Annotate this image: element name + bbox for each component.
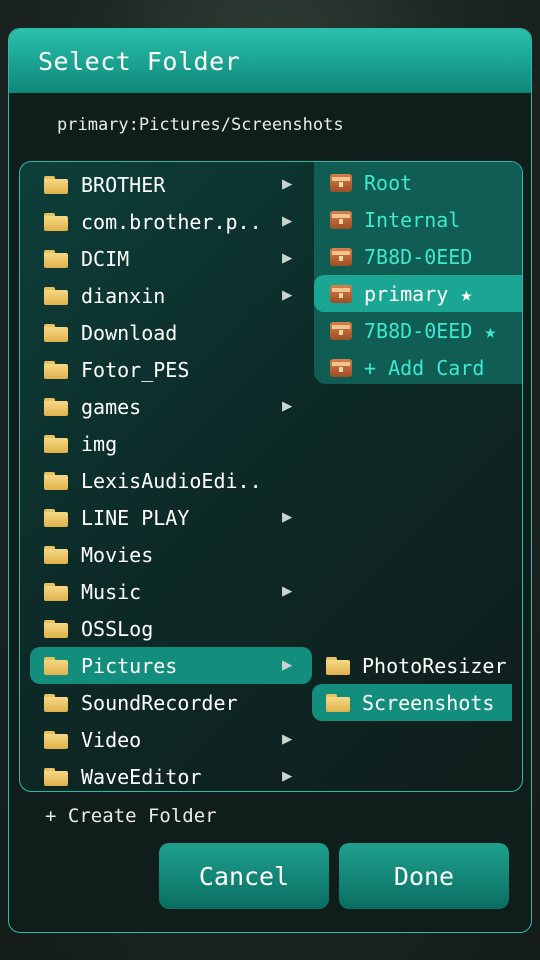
storage-row[interactable]: + Add Card — [314, 349, 522, 386]
folder-icon — [44, 657, 68, 675]
expand-arrow-icon[interactable]: ▶ — [282, 211, 292, 231]
folder-label: Movies — [81, 543, 154, 567]
storage-row[interactable]: 7B8D-0EED ★ — [314, 312, 522, 349]
folder-icon — [44, 768, 68, 786]
storage-card-icon — [330, 359, 352, 377]
storage-card-icon — [330, 174, 352, 192]
folder-row[interactable]: LINE PLAY ▶ — [30, 499, 312, 536]
subfolder-label: PhotoResizer — [362, 654, 507, 678]
cancel-button[interactable]: Cancel — [159, 843, 329, 909]
folder-row[interactable]: img — [30, 425, 312, 462]
folder-icon — [326, 657, 350, 675]
folder-label: LINE PLAY — [81, 506, 190, 530]
expand-arrow-icon[interactable]: ▶ — [282, 285, 292, 305]
folder-row[interactable]: Download — [30, 314, 312, 351]
folder-label: Music — [81, 580, 142, 604]
expand-arrow-icon[interactable]: ▶ — [282, 396, 292, 416]
storage-label: + Add Card — [364, 356, 485, 380]
select-folder-dialog: Select Folder primary:Pictures/Screensho… — [8, 28, 532, 933]
folder-icon — [44, 546, 68, 564]
storage-row[interactable]: Root — [314, 164, 522, 201]
folder-label: BROTHER — [81, 173, 166, 197]
folder-label: Download — [81, 321, 178, 345]
folder-icon — [44, 472, 68, 490]
folder-row[interactable]: dianxin ▶ — [30, 277, 312, 314]
storage-label: 7B8D-0EED ★ — [364, 319, 497, 343]
folder-row[interactable]: WaveEditor ▶ — [30, 758, 312, 791]
storage-card-icon — [330, 285, 352, 303]
expand-arrow-icon[interactable]: ▶ — [282, 655, 292, 675]
folder-row[interactable]: OSSLog — [30, 610, 312, 647]
folder-icon — [44, 583, 68, 601]
folder-row[interactable]: LexisAudioEdi.. — [30, 462, 312, 499]
storage-label: primary ★ — [364, 282, 473, 306]
dialog-header: Select Folder — [9, 29, 531, 93]
current-path: primary:Pictures/Screenshots — [57, 115, 344, 135]
folder-label: Fotor_PES — [81, 358, 190, 382]
browser-panel: BROTHER ▶ com.brother.p.. ▶ DCIM ▶ dianxin ▶ Dow… — [19, 161, 523, 792]
folder-label: games — [81, 395, 142, 419]
folder-icon — [44, 213, 68, 231]
done-button[interactable]: Done — [339, 843, 509, 909]
folder-icon — [44, 435, 68, 453]
folder-icon — [44, 324, 68, 342]
storage-card-icon — [330, 322, 352, 340]
folder-row[interactable]: Video ▶ — [30, 721, 312, 758]
expand-arrow-icon[interactable]: ▶ — [282, 507, 292, 527]
folder-label: com.brother.p.. — [81, 210, 262, 234]
folder-label: dianxin — [81, 284, 166, 308]
folder-row[interactable]: DCIM ▶ — [30, 240, 312, 277]
folder-icon — [326, 694, 350, 712]
folder-row[interactable]: Movies — [30, 536, 312, 573]
folder-label: SoundRecorder — [81, 691, 238, 715]
folder-label: OSSLog — [81, 617, 154, 641]
subfolder-label: Screenshots — [362, 691, 495, 715]
folder-label: Pictures — [81, 654, 178, 678]
folder-row[interactable]: BROTHER ▶ — [30, 166, 312, 203]
folder-list[interactable]: BROTHER ▶ com.brother.p.. ▶ DCIM ▶ dianxin ▶ Dow… — [20, 162, 315, 791]
folder-row[interactable]: games ▶ — [30, 388, 312, 425]
dialog-title: Select Folder — [38, 46, 241, 76]
expand-arrow-icon[interactable]: ▶ — [282, 174, 292, 194]
expand-arrow-icon[interactable]: ▶ — [282, 729, 292, 749]
folder-icon — [44, 620, 68, 638]
subfolder-list: PhotoResizer Screenshots — [312, 647, 522, 727]
folder-icon — [44, 509, 68, 527]
storage-label: Internal — [364, 208, 461, 232]
storage-card-icon — [330, 211, 352, 229]
folder-label: WaveEditor — [81, 765, 202, 789]
folder-row[interactable]: com.brother.p.. ▶ — [30, 203, 312, 240]
storage-row[interactable]: primary ★ — [314, 275, 522, 312]
expand-arrow-icon[interactable]: ▶ — [282, 766, 292, 786]
storage-list: Root Internal 7B8D-0EED primary ★ 7B8D-0EED … — [314, 162, 522, 386]
storage-card-icon — [330, 248, 352, 266]
folder-icon — [44, 694, 68, 712]
folder-icon — [44, 361, 68, 379]
folder-row[interactable]: Fotor_PES — [30, 351, 312, 388]
folder-icon — [44, 398, 68, 416]
folder-row[interactable]: Music ▶ — [30, 573, 312, 610]
storage-label: Root — [364, 171, 413, 195]
folder-label: img — [81, 432, 118, 456]
folder-icon — [44, 731, 68, 749]
folder-icon — [44, 176, 68, 194]
folder-label: LexisAudioEdi.. — [81, 469, 262, 493]
folder-row[interactable]: SoundRecorder — [30, 684, 312, 721]
folder-label: Video — [81, 728, 142, 752]
folder-icon — [44, 287, 68, 305]
expand-arrow-icon[interactable]: ▶ — [282, 581, 292, 601]
storage-label: 7B8D-0EED — [364, 245, 473, 269]
expand-arrow-icon[interactable]: ▶ — [282, 248, 292, 268]
storage-row[interactable]: Internal — [314, 201, 522, 238]
folder-icon — [44, 250, 68, 268]
folder-row[interactable]: Pictures ▶ — [30, 647, 312, 684]
folder-label: DCIM — [81, 247, 130, 271]
storage-row[interactable]: 7B8D-0EED — [314, 238, 522, 275]
subfolder-row[interactable]: PhotoResizer — [312, 647, 512, 684]
subfolder-row[interactable]: Screenshots — [312, 684, 512, 721]
create-folder-button[interactable]: + Create Folder — [45, 805, 217, 827]
